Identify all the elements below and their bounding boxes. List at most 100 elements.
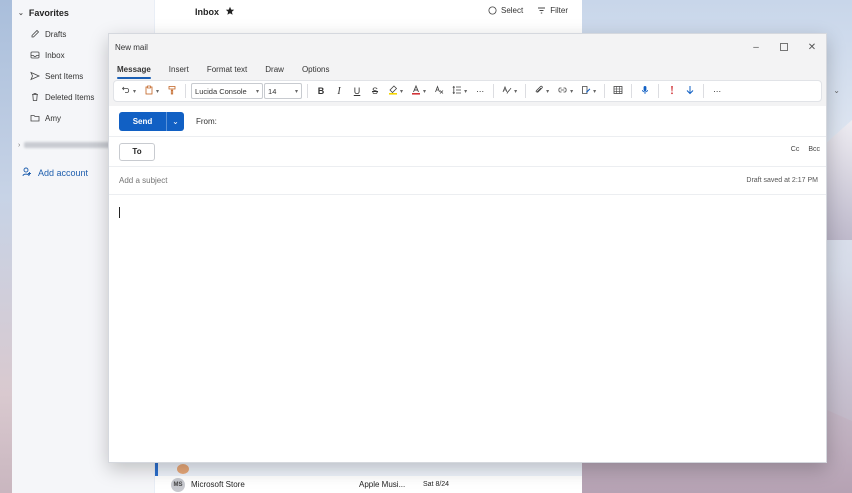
paragraph-spacing-button[interactable]: ▾ — [449, 82, 470, 100]
window-title: New mail — [115, 42, 148, 52]
highlight-button[interactable]: ▾ — [385, 82, 406, 100]
sidebar-item-deleted-items[interactable]: Deleted Items — [30, 90, 94, 104]
new-mail-window: New mail – ✕ Message Insert Format text … — [108, 33, 840, 463]
tab-message[interactable]: Message — [117, 65, 151, 79]
select-button[interactable]: Select — [488, 6, 523, 15]
chevron-down-icon: ⌄ — [18, 10, 24, 17]
clear-formatting-button[interactable] — [431, 82, 447, 100]
toolbar-divider — [631, 84, 633, 98]
text-cursor — [119, 207, 120, 218]
chevron-down-icon: ▾ — [593, 88, 597, 95]
toolbar-wrapper: ▾ ▾ Lucida Console ▾ 14 ▾ B I U S ▾ ▾ ▾ … — [109, 80, 840, 106]
sidebar-item-label: Sent Items — [45, 71, 84, 81]
italic-button[interactable]: I — [331, 82, 347, 100]
list-item[interactable]: MS Microsoft Store Apple Musi... Sat 8/2… — [171, 476, 571, 493]
chevron-down-icon: ▾ — [514, 88, 518, 95]
chevron-down-icon[interactable]: ⌄ — [833, 86, 840, 95]
dictate-button[interactable] — [637, 82, 653, 100]
sidebar-item-drafts[interactable]: Drafts — [30, 27, 66, 41]
inbox-icon — [30, 50, 40, 60]
formatting-toolbar: ▾ ▾ Lucida Console ▾ 14 ▾ B I U S ▾ ▾ ▾ … — [113, 80, 822, 102]
sidebar-item-label: Amy — [45, 113, 61, 123]
minimize-button[interactable]: – — [742, 34, 770, 60]
avatar: MS — [171, 477, 185, 492]
tab-format-text[interactable]: Format text — [207, 65, 247, 76]
sidebar-item-label: Drafts — [45, 29, 67, 39]
filter-icon — [537, 6, 546, 15]
favorites-header[interactable]: ⌄ Favorites — [18, 6, 69, 20]
font-family-select[interactable]: Lucida Console ▾ — [191, 83, 264, 99]
list-tools: Select Filter — [488, 6, 568, 15]
chevron-down-icon: ▾ — [156, 88, 160, 95]
to-row: To Cc Bcc — [109, 137, 826, 167]
folder-icon — [30, 113, 40, 123]
more-options-button[interactable]: ⋯ — [709, 82, 725, 100]
undo-button[interactable]: ▾ — [118, 82, 139, 100]
inbox-title: Inbox — [195, 6, 235, 18]
account-row[interactable]: › — [18, 140, 115, 150]
tab-draw[interactable]: Draw — [265, 65, 284, 76]
sidebar-item-amy[interactable]: Amy — [30, 111, 61, 125]
font-color-icon — [411, 84, 421, 97]
signature-button[interactable]: ▾ — [578, 82, 599, 100]
format-painter-button[interactable] — [164, 82, 180, 100]
strikethrough-button[interactable]: S — [367, 82, 383, 100]
send-icon — [30, 71, 40, 81]
from-label[interactable]: From: — [196, 117, 217, 126]
font-size-select[interactable]: 14 ▾ — [264, 83, 303, 99]
toolbar-divider — [525, 84, 527, 98]
chevron-down-icon: ▾ — [256, 88, 260, 95]
clear-formatting-icon — [434, 85, 444, 97]
underline-button[interactable]: U — [349, 82, 365, 100]
toolbar-divider — [307, 84, 309, 98]
sidebar-item-inbox[interactable]: Inbox — [30, 48, 65, 62]
clipboard-icon — [144, 85, 154, 97]
bcc-button[interactable]: Bcc — [808, 146, 820, 153]
add-account-label: Add account — [38, 168, 89, 178]
styles-button[interactable]: ▾ — [499, 82, 520, 100]
add-account-button[interactable]: Add account — [22, 166, 88, 180]
tab-insert[interactable]: Insert — [169, 65, 189, 76]
sender-name: Microsoft Store — [191, 480, 245, 489]
inbox-title-text: Inbox — [195, 7, 219, 17]
chevron-down-icon: ▾ — [464, 88, 468, 95]
font-color-button[interactable]: ▾ — [408, 82, 429, 100]
filter-button[interactable]: Filter — [537, 6, 568, 15]
avatar — [177, 464, 189, 474]
font-size-value: 14 — [268, 86, 277, 96]
chevron-down-icon: ▾ — [423, 88, 427, 95]
star-icon[interactable] — [225, 6, 235, 18]
list-item-selected[interactable] — [155, 463, 582, 476]
pencil-icon — [30, 29, 40, 39]
send-options-button[interactable]: ⌄ — [166, 111, 184, 131]
send-button-group: Send ⌄ — [119, 111, 184, 131]
filter-label: Filter — [550, 6, 568, 15]
maximize-button[interactable] — [770, 34, 798, 60]
chevron-down-icon: ⌄ — [172, 116, 179, 126]
subject-input[interactable] — [119, 176, 539, 185]
bold-button[interactable]: B — [313, 82, 329, 100]
high-importance-button[interactable] — [664, 82, 680, 100]
cc-button[interactable]: Cc — [791, 146, 800, 153]
chevron-down-icon: ▾ — [570, 88, 574, 95]
paste-button[interactable]: ▾ — [141, 82, 162, 100]
trash-icon — [30, 92, 40, 102]
toolbar-divider — [703, 84, 705, 98]
send-button[interactable]: Send — [119, 111, 166, 131]
to-button[interactable]: To — [119, 142, 155, 161]
sidebar-item-sent-items[interactable]: Sent Items — [30, 69, 83, 83]
insert-link-button[interactable]: ▾ — [554, 82, 576, 100]
more-formatting-button[interactable]: ⋯ — [472, 82, 488, 100]
insert-table-button[interactable] — [610, 82, 626, 100]
attach-file-button[interactable]: ▾ — [531, 82, 552, 100]
message-date: Sat 8/24 — [423, 481, 450, 488]
tab-options[interactable]: Options — [302, 65, 330, 76]
undo-icon — [121, 85, 131, 97]
message-body-editor[interactable] — [109, 195, 826, 459]
paperclip-icon — [534, 85, 544, 97]
close-button[interactable]: ✕ — [798, 34, 826, 60]
add-person-icon — [22, 167, 32, 179]
cc-bcc-links: Cc Bcc — [791, 146, 820, 153]
signature-icon — [581, 85, 591, 97]
low-importance-button[interactable] — [682, 82, 698, 100]
